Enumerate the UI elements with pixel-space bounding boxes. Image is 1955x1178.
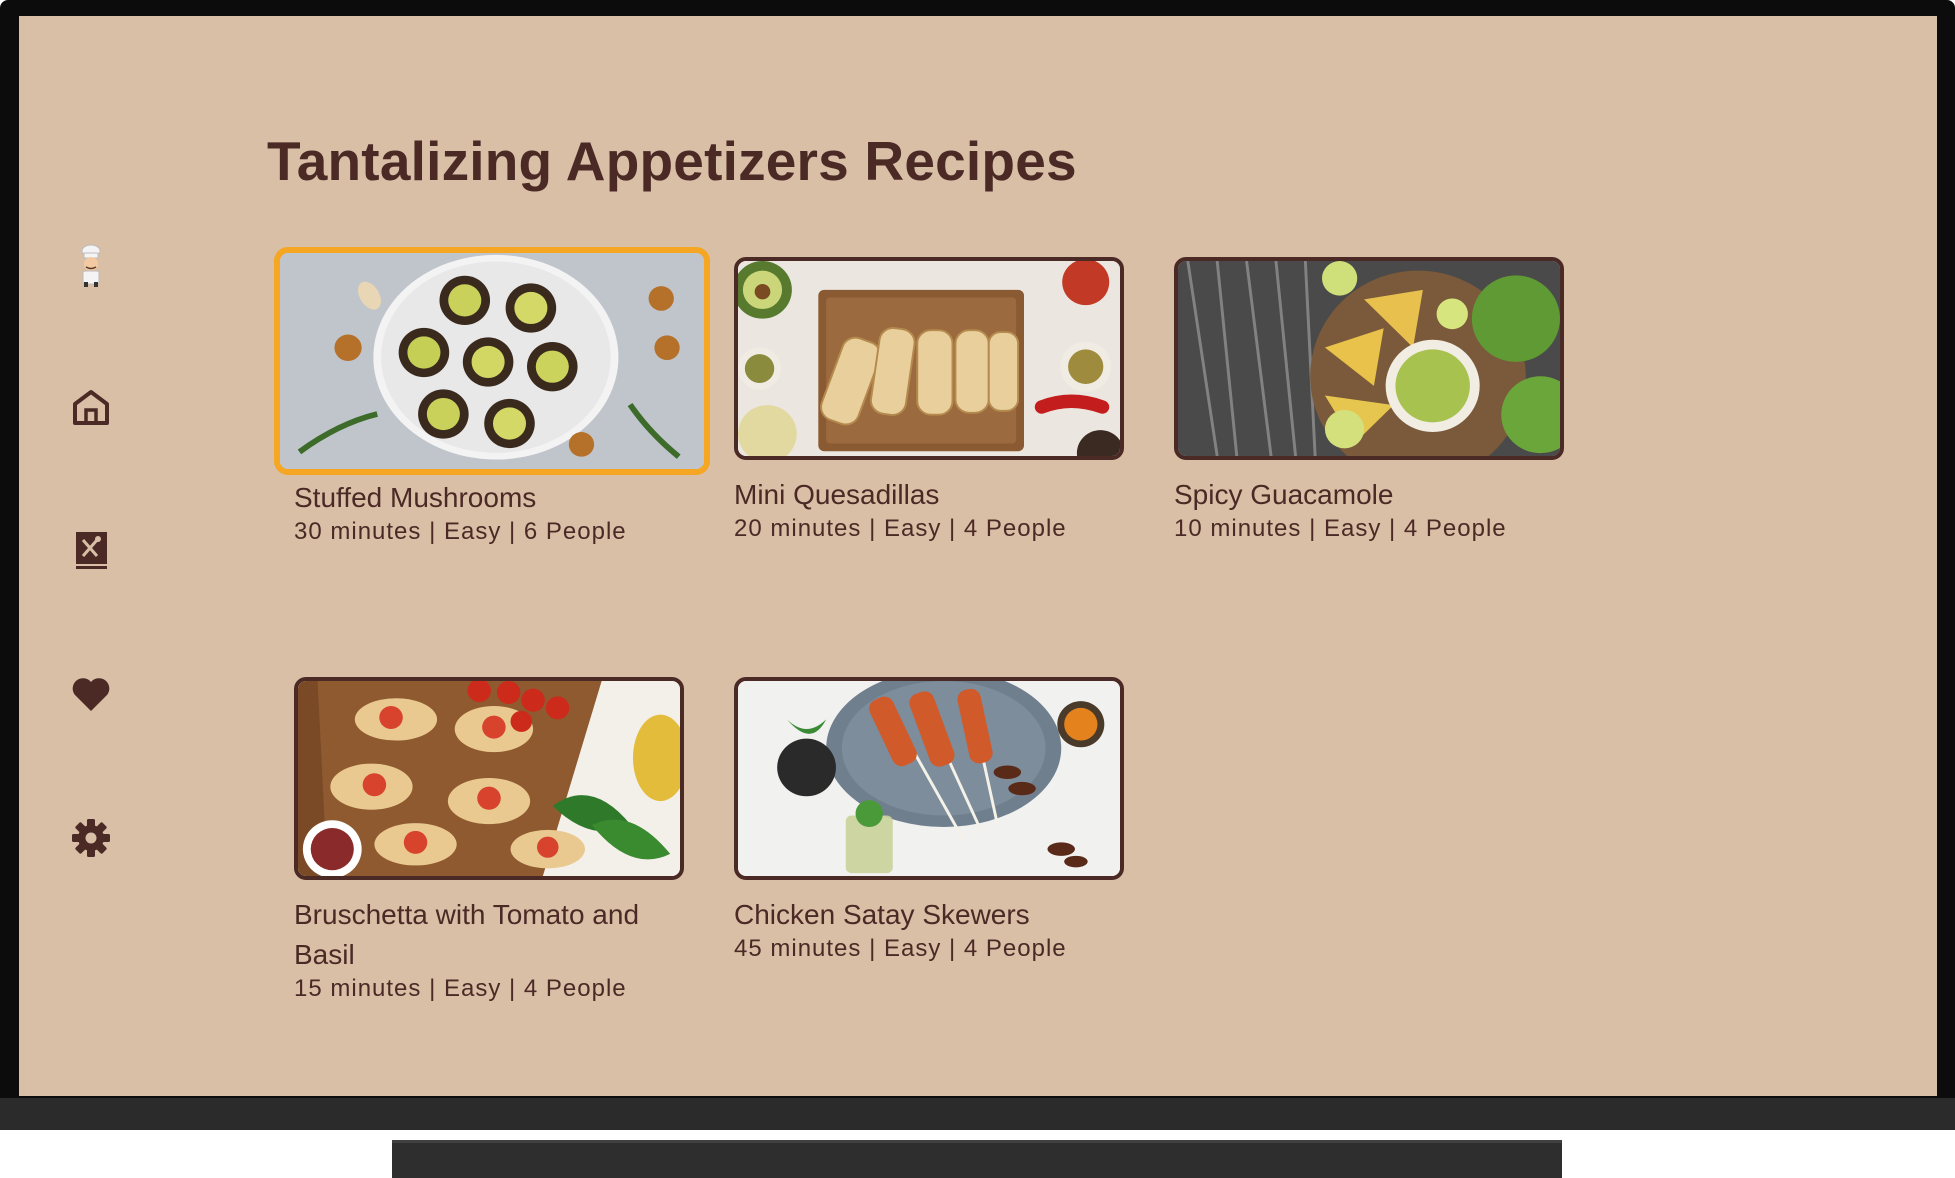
recipe-thumbnail: [734, 677, 1124, 880]
recipe-title: Chicken Satay Skewers: [734, 899, 1030, 930]
bruschetta-photo: [298, 681, 680, 876]
nav-settings[interactable]: [67, 814, 115, 862]
spicy-guacamole-photo: [1178, 261, 1560, 456]
nav-favorites[interactable]: [67, 670, 115, 718]
tv-chin: [0, 1098, 1955, 1130]
profile-avatar[interactable]: [67, 242, 115, 290]
recipe-card[interactable]: Mini Quesadillas 20 minutes | Easy | 4 P…: [734, 257, 1130, 543]
recipe-thumbnail: [1174, 257, 1564, 460]
recipe-book-icon: [76, 532, 107, 569]
recipe-thumbnail: [294, 677, 684, 880]
tv-stand: [392, 1140, 1562, 1178]
recipe-card[interactable]: Spicy Guacamole 10 minutes | Easy | 4 Pe…: [1174, 257, 1570, 543]
nav-home[interactable]: [67, 383, 115, 431]
page-title: Tantalizing Appetizers Recipes: [267, 130, 1077, 192]
recipe-title: Mini Quesadillas: [734, 479, 940, 510]
recipe-thumbnail: [274, 247, 710, 475]
chef-avatar-icon: [81, 244, 101, 287]
recipe-card[interactable]: Chicken Satay Skewers 45 minutes | Easy …: [734, 677, 1130, 963]
home-icon: [73, 390, 109, 425]
recipe-card[interactable]: Bruschetta with Tomato and Basil 15 minu…: [294, 677, 690, 1003]
recipe-card[interactable]: Stuffed Mushrooms 30 minutes | Easy | 6 …: [274, 247, 710, 546]
mini-quesadillas-photo: [738, 261, 1120, 456]
recipe-meta: 20 minutes | Easy | 4 People: [734, 515, 1067, 542]
heart-icon: [72, 678, 110, 711]
nav-recipes[interactable]: [67, 526, 115, 574]
recipe-meta: 10 minutes | Easy | 4 People: [1174, 515, 1507, 542]
recipe-title: Bruschetta with Tomato and Basil: [294, 899, 640, 970]
recipe-meta: 15 minutes | Easy | 4 People: [294, 975, 627, 1002]
recipe-meta: 30 minutes | Easy | 6 People: [294, 518, 627, 545]
recipe-thumbnail: [734, 257, 1124, 460]
chicken-satay-photo: [738, 681, 1120, 876]
recipe-meta: 45 minutes | Easy | 4 People: [734, 935, 1067, 962]
tv-screen: Tantalizing Appetizers Recipes Stuffed M…: [19, 16, 1937, 1096]
recipe-title: Spicy Guacamole: [1174, 479, 1394, 510]
stuffed-mushrooms-photo: [280, 253, 704, 469]
gear-icon: [72, 819, 110, 857]
recipe-title: Stuffed Mushrooms: [294, 482, 537, 513]
